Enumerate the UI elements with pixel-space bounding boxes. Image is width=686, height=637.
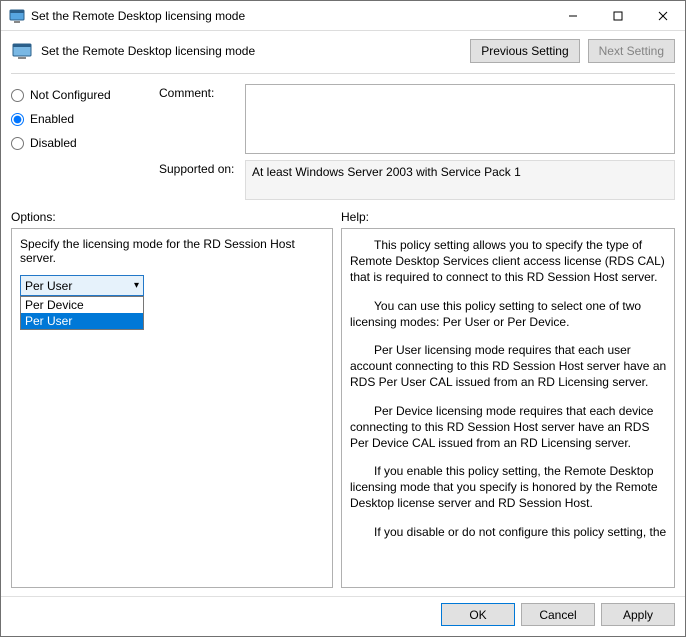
radio-enabled-input[interactable] [11, 113, 24, 126]
radio-not-configured-input[interactable] [11, 89, 24, 102]
dropdown-option-per-device[interactable]: Per Device [21, 297, 143, 313]
help-paragraph: If you disable or do not configure this … [350, 524, 670, 540]
app-icon [9, 8, 25, 24]
options-panel: Specify the licensing mode for the RD Se… [11, 228, 333, 588]
chevron-down-icon: ▾ [134, 280, 139, 291]
dialog-footer: OK Cancel Apply [1, 596, 685, 636]
upper-right: Comment: Supported on: At least Windows … [159, 84, 675, 200]
close-button[interactable] [640, 1, 685, 30]
help-section-label: Help: [341, 210, 675, 224]
previous-setting-button[interactable]: Previous Setting [470, 39, 579, 63]
comment-row: Comment: [159, 84, 675, 154]
window-controls [550, 1, 685, 30]
supported-value: At least Windows Server 2003 with Servic… [252, 165, 521, 179]
radio-label: Enabled [30, 112, 74, 126]
separator [11, 73, 675, 74]
header-row: Set the Remote Desktop licensing mode Pr… [1, 31, 685, 67]
titlebar: Set the Remote Desktop licensing mode [1, 1, 685, 31]
section-labels: Options: Help: [1, 200, 685, 226]
radio-disabled-input[interactable] [11, 137, 24, 150]
supported-label: Supported on: [159, 160, 239, 200]
maximize-button[interactable] [595, 1, 640, 30]
lower-section: Specify the licensing mode for the RD Se… [1, 226, 685, 596]
state-radios: Not Configured Enabled Disabled [11, 84, 159, 200]
help-paragraph: You can use this policy setting to selec… [350, 298, 670, 330]
radio-label: Disabled [30, 136, 77, 150]
window-title: Set the Remote Desktop licensing mode [31, 9, 550, 23]
comment-label: Comment: [159, 84, 239, 154]
ok-button[interactable]: OK [441, 603, 515, 626]
upper-section: Not Configured Enabled Disabled Comment:… [1, 80, 685, 200]
help-paragraph: If you enable this policy setting, the R… [350, 463, 670, 512]
radio-disabled[interactable]: Disabled [11, 136, 159, 150]
policy-icon [11, 40, 33, 62]
combo-selected-value: Per User [25, 279, 72, 293]
next-setting-button: Next Setting [588, 39, 675, 63]
help-paragraph: Per Device licensing mode requires that … [350, 403, 670, 452]
apply-button[interactable]: Apply [601, 603, 675, 626]
licensing-mode-dropdown: Per Device Per User [20, 296, 144, 330]
licensing-mode-combo[interactable]: Per User ▾ [20, 275, 144, 296]
options-section-label: Options: [11, 210, 341, 224]
comment-input[interactable] [245, 84, 675, 154]
header-title: Set the Remote Desktop licensing mode [41, 44, 462, 58]
dropdown-option-per-user[interactable]: Per User [21, 313, 143, 329]
help-paragraph: This policy setting allows you to specif… [350, 237, 670, 286]
licensing-mode-combo-wrap: Per User ▾ Per Device Per User [20, 275, 144, 296]
help-panel[interactable]: This policy setting allows you to specif… [341, 228, 675, 588]
dialog-window: Set the Remote Desktop licensing mode Se… [0, 0, 686, 637]
cancel-button[interactable]: Cancel [521, 603, 595, 626]
supported-row: Supported on: At least Windows Server 20… [159, 160, 675, 200]
radio-enabled[interactable]: Enabled [11, 112, 159, 126]
radio-label: Not Configured [30, 88, 111, 102]
help-paragraph: Per User licensing mode requires that ea… [350, 342, 670, 391]
radio-not-configured[interactable]: Not Configured [11, 88, 159, 102]
supported-value-box: At least Windows Server 2003 with Servic… [245, 160, 675, 200]
options-description: Specify the licensing mode for the RD Se… [20, 237, 324, 265]
minimize-button[interactable] [550, 1, 595, 30]
